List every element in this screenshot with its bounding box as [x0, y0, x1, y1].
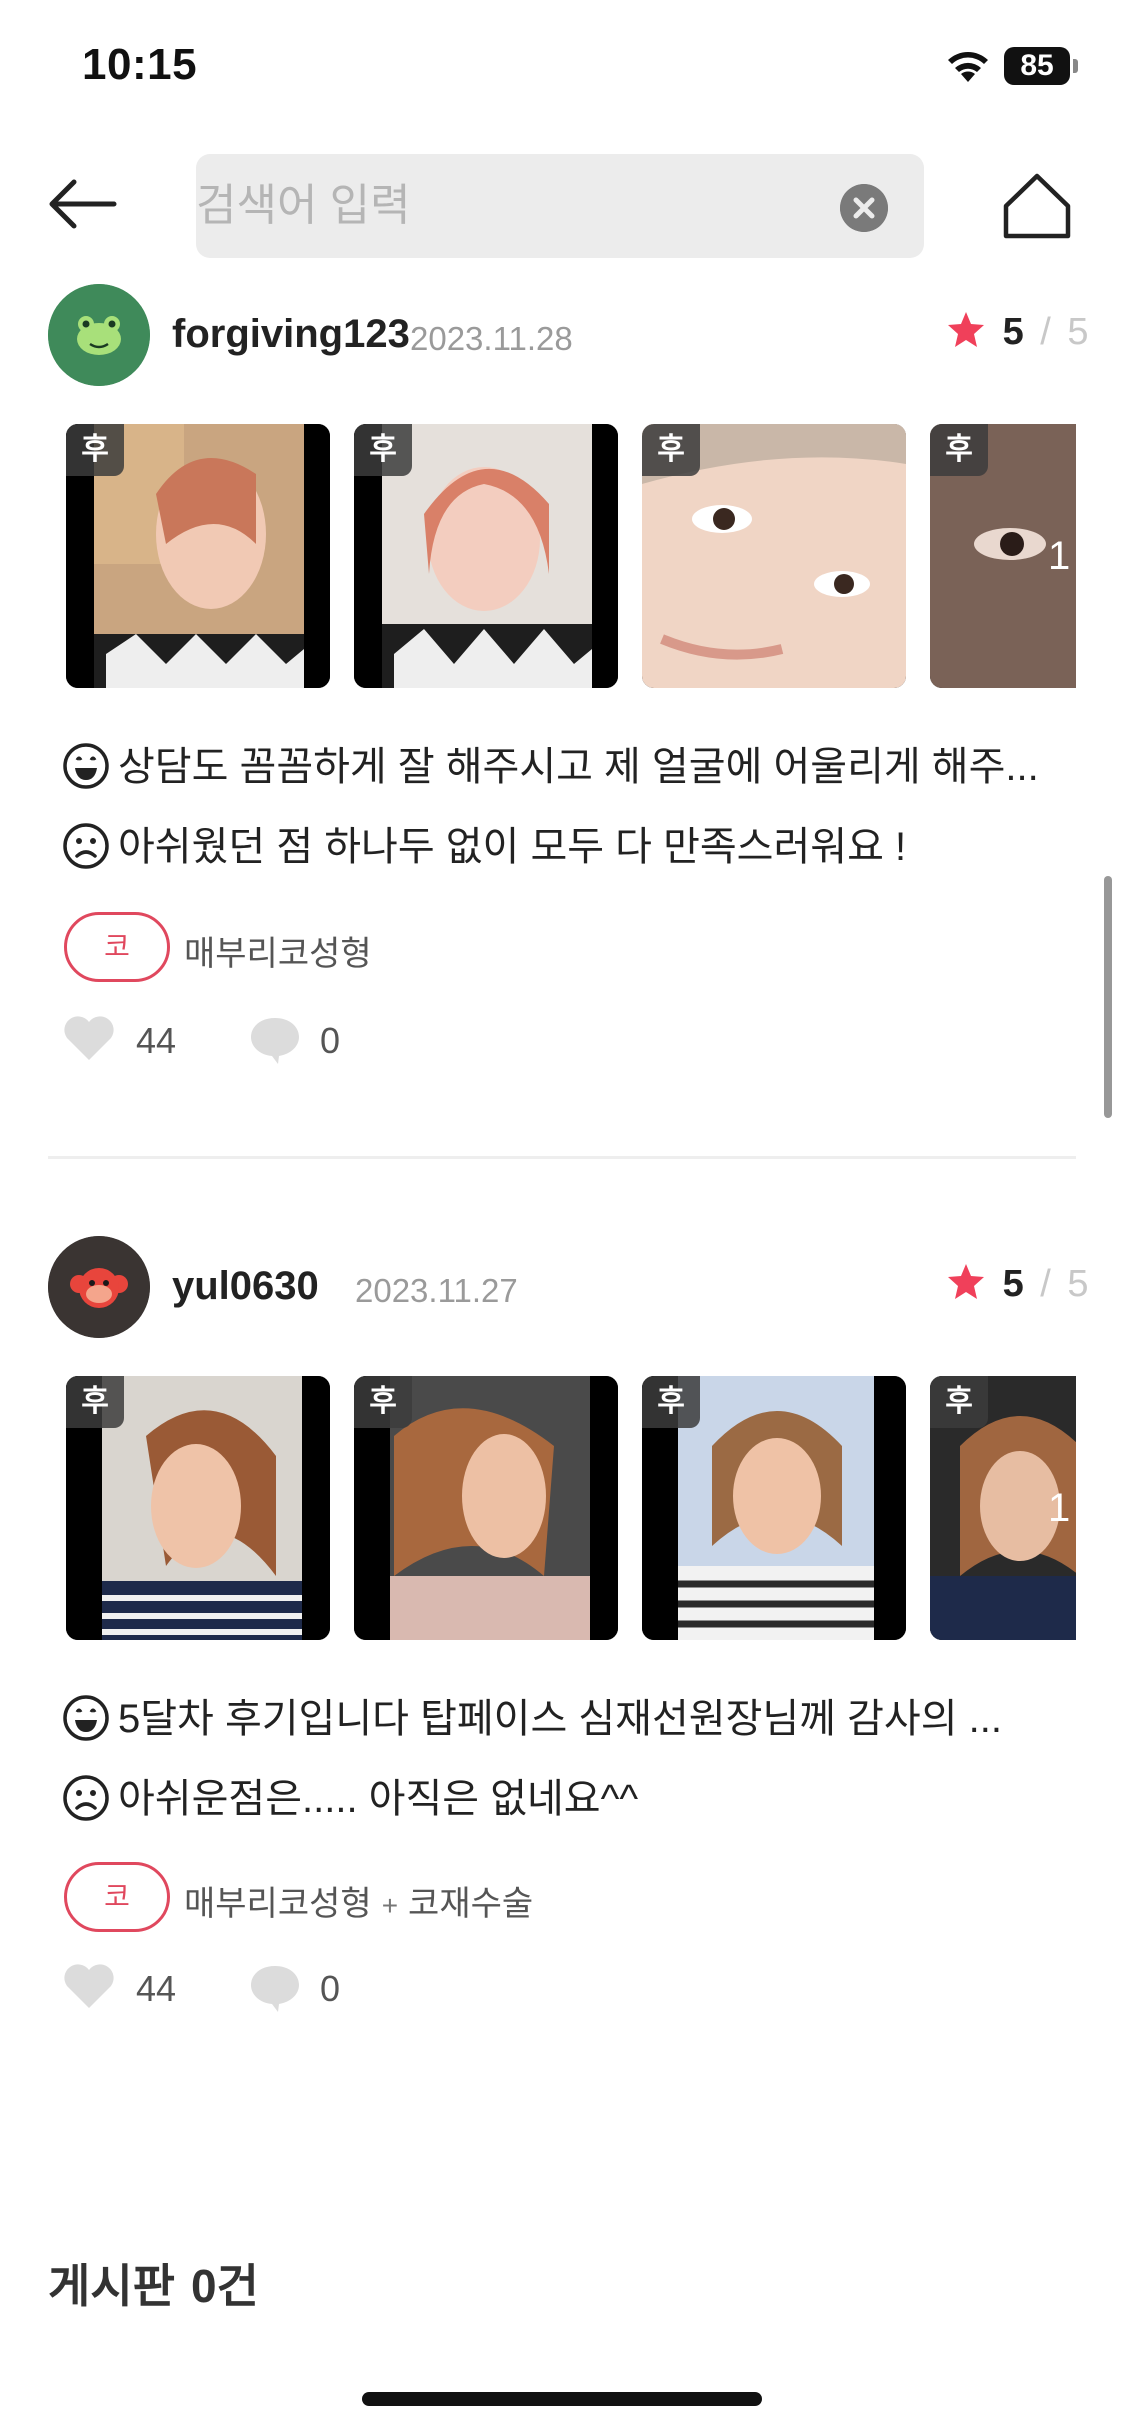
wifi-icon [948, 52, 988, 82]
photo-badge: 후 [930, 424, 988, 476]
more-photos-count: 1 [1048, 534, 1071, 578]
smile-emoji-icon [63, 1695, 109, 1741]
status-bar: 10:15 85 [0, 0, 1125, 140]
rating-score: 5 [1002, 1263, 1024, 1305]
procedure-name: 매부리코성형 [184, 935, 372, 973]
home-icon[interactable] [1000, 170, 1074, 240]
review-photo[interactable]: 후 1 [930, 1376, 1076, 1640]
scrollbar[interactable] [1104, 876, 1112, 1118]
photo-badge: 후 [354, 424, 412, 476]
search-box[interactable] [196, 154, 924, 258]
procedure-extra: 코재수술 [408, 1885, 534, 1923]
review-photo[interactable]: 후 [642, 424, 906, 688]
board-count: 0건 [190, 2260, 259, 2312]
review-photo[interactable]: 후 [354, 424, 618, 688]
review-photo[interactable]: 후 [642, 1376, 906, 1640]
star-icon [948, 1264, 984, 1299]
rating-score: 5 [1002, 311, 1024, 353]
photo-strip[interactable]: 후 후 후 후 1 [66, 1376, 1076, 1640]
review-photo[interactable]: 후 [66, 424, 330, 688]
frog-avatar-icon [48, 284, 150, 386]
sad-emoji-icon [63, 1775, 109, 1821]
search-input[interactable] [196, 154, 836, 258]
back-arrow-icon[interactable] [44, 172, 120, 236]
heart-icon[interactable] [62, 1962, 116, 2010]
review-stats: 44 0 [62, 1962, 462, 2022]
comment-count: 0 [320, 1020, 341, 1061]
smile-emoji-icon [63, 743, 109, 789]
home-indicator[interactable] [362, 2392, 762, 2406]
monkey-avatar-icon [48, 1236, 150, 1338]
photo-badge: 후 [66, 1376, 124, 1428]
procedure-plus: + [381, 1890, 399, 1921]
heart-icon[interactable] [62, 1014, 116, 1062]
status-time: 10:15 [82, 40, 198, 89]
star-icon [948, 312, 984, 347]
comment-icon[interactable] [248, 1962, 302, 2012]
rating-separator: / [1040, 1263, 1051, 1305]
photo-badge: 후 [66, 424, 124, 476]
photo-badge: 후 [930, 1376, 988, 1428]
review-positive-text: 상담도 꼼꼼하게 잘 해주시고 제 얼굴에 어울리게 해주... [118, 745, 1039, 789]
board-section-title: 게시판 0건 [48, 2250, 259, 2316]
like-count: 44 [136, 1020, 177, 1061]
battery-indicator: 85 [1004, 47, 1070, 85]
review-photo[interactable]: 후 [354, 1376, 618, 1640]
like-count: 44 [136, 1968, 177, 2009]
review-photo[interactable]: 후 [66, 1376, 330, 1640]
review-date: 2023.11.28 [410, 320, 573, 357]
username[interactable]: forgiving123 [172, 312, 410, 357]
board-label: 게시판 [48, 2260, 175, 2312]
more-photos-count: 1 [1048, 1486, 1071, 1530]
clear-icon[interactable] [840, 184, 888, 232]
review-positive[interactable]: 상담도 꼼꼼하게 잘 해주시고 제 얼굴에 어울리게 해주... [62, 734, 1039, 792]
photo-badge: 후 [354, 1376, 412, 1428]
category-tag[interactable]: 코 [64, 1862, 170, 1932]
procedure-label: 매부리코성형 + 코재수술 [184, 1876, 533, 1925]
rating-max: 5 [1067, 311, 1089, 353]
review-stats: 44 0 [62, 1014, 462, 1074]
comment-icon[interactable] [248, 1014, 302, 1064]
avatar[interactable] [48, 1236, 150, 1338]
username[interactable]: yul0630 [172, 1264, 319, 1309]
rating-max: 5 [1067, 1263, 1089, 1305]
review-negative-text: 아쉬운점은..... 아직은 없네요^^ [118, 1777, 639, 1821]
review-negative-text: 아쉬웠던 점 하나두 없이 모두 다 만족스러워요 ! [118, 825, 907, 869]
review-photo[interactable]: 후 1 [930, 424, 1076, 688]
comment-count: 0 [320, 1968, 341, 2009]
rating: 5 / 5 [946, 310, 1089, 360]
review-date: 2023.11.27 [355, 1272, 518, 1309]
review-negative[interactable]: 아쉬웠던 점 하나두 없이 모두 다 만족스러워요 ! [62, 814, 906, 872]
search-header [0, 150, 1125, 262]
avatar[interactable] [48, 284, 150, 386]
photo-strip[interactable]: 후 후 후 후 1 [66, 424, 1076, 688]
photo-badge: 후 [642, 424, 700, 476]
rating: 5 / 5 [946, 1262, 1089, 1312]
category-tag[interactable]: 코 [64, 912, 170, 982]
review-negative[interactable]: 아쉬운점은..... 아직은 없네요^^ [62, 1766, 638, 1824]
review-positive-text: 5달차 후기입니다 탑페이스 심재선원장님께 감사의 ... [118, 1697, 1002, 1741]
photo-badge: 후 [642, 1376, 700, 1428]
battery-cap [1073, 59, 1078, 73]
review-card[interactable]: yul0630 2023.11.27 5 / 5 후 후 후 후 1 5달차 후… [0, 1236, 1125, 2076]
procedure-label: 매부리코성형 [184, 926, 372, 975]
review-positive[interactable]: 5달차 후기입니다 탑페이스 심재선원장님께 감사의 ... [62, 1686, 1002, 1744]
rating-separator: / [1040, 311, 1051, 353]
review-divider [48, 1156, 1076, 1159]
sad-emoji-icon [63, 823, 109, 869]
review-card[interactable]: forgiving123 2023.11.28 5 / 5 후 후 후 후 1 … [0, 284, 1125, 1124]
procedure-name: 매부리코성형 [184, 1885, 372, 1923]
